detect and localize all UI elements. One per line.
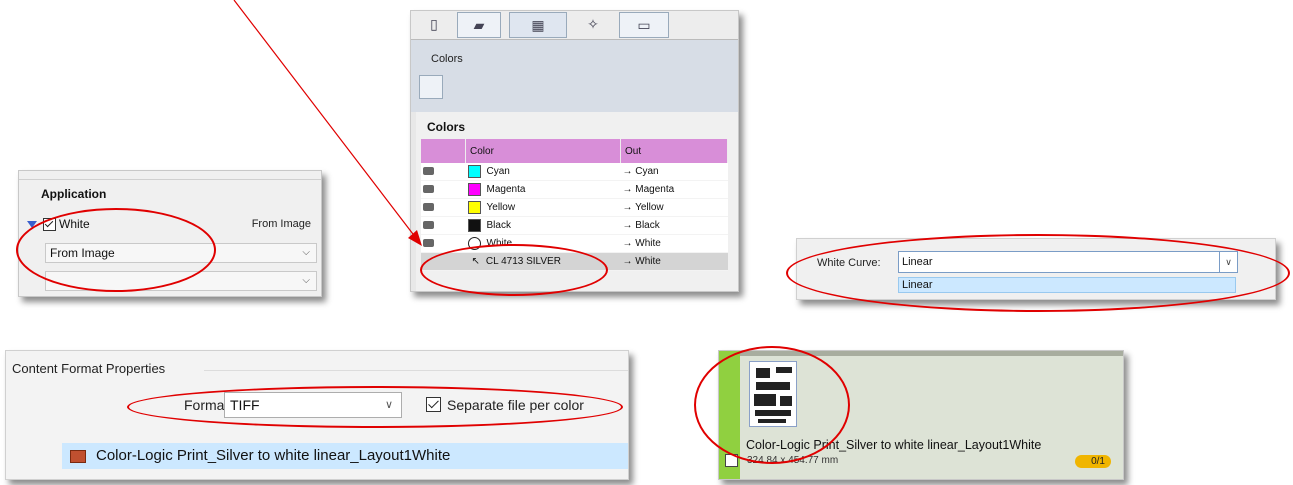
annotation-arrow (233, 0, 422, 246)
